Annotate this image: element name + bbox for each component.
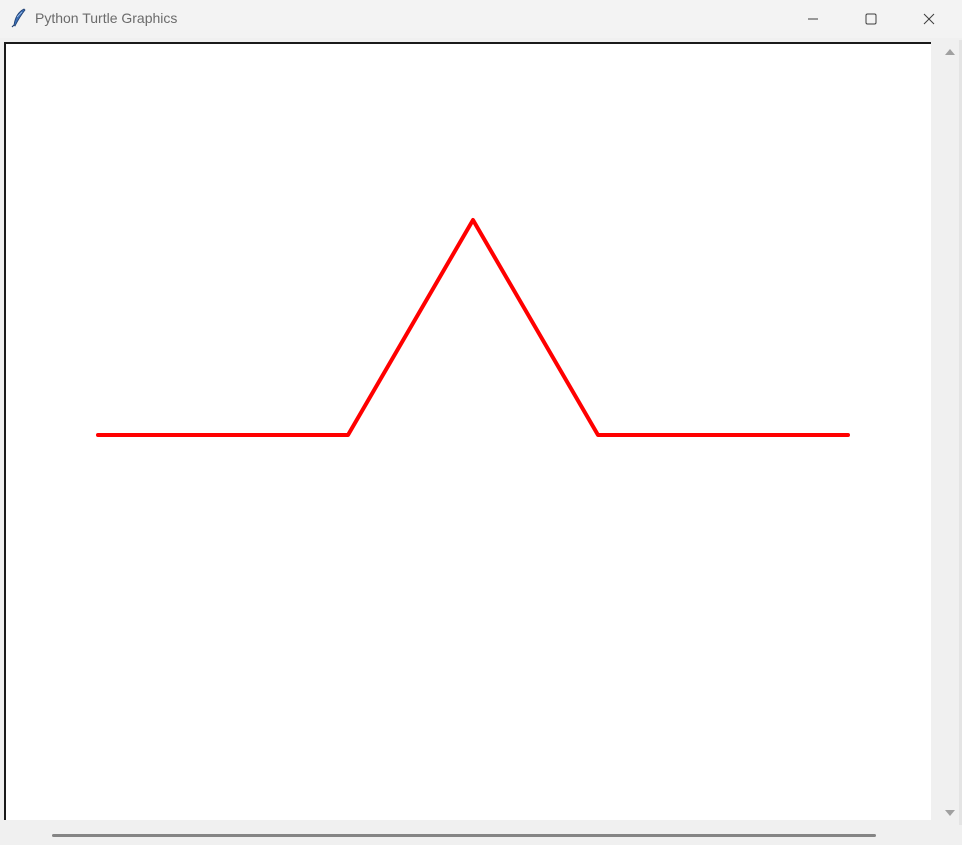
drawing-surface bbox=[96, 218, 850, 437]
horizontal-scrollbar[interactable] bbox=[0, 825, 936, 845]
window-title: Python Turtle Graphics bbox=[35, 10, 178, 26]
maximize-icon bbox=[865, 13, 877, 25]
koch-curve bbox=[96, 218, 850, 437]
turtle-canvas[interactable] bbox=[4, 42, 931, 820]
horizontal-scroll-thumb[interactable] bbox=[52, 834, 876, 837]
close-button[interactable] bbox=[900, 0, 958, 38]
minimize-icon bbox=[808, 18, 818, 20]
turtle-window: Python Turtle Graphics bbox=[0, 0, 962, 845]
close-icon bbox=[923, 13, 935, 25]
maximize-button[interactable] bbox=[842, 0, 900, 38]
up-arrow-icon[interactable] bbox=[944, 45, 956, 57]
down-arrow-icon[interactable] bbox=[944, 806, 956, 818]
title-bar[interactable]: Python Turtle Graphics bbox=[0, 0, 962, 38]
minimize-button[interactable] bbox=[784, 0, 842, 38]
vertical-scrollbar[interactable] bbox=[936, 40, 962, 825]
feather-icon bbox=[10, 8, 28, 28]
